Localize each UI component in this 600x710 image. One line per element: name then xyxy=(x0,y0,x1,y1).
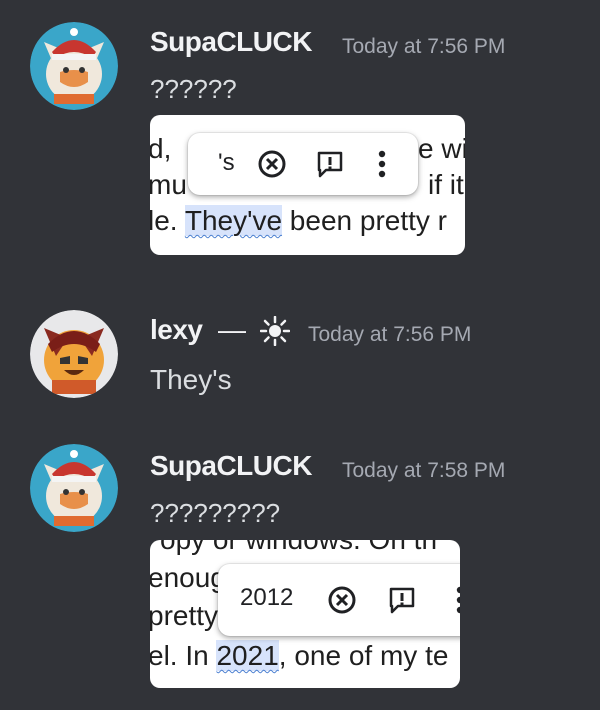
close-circle-icon[interactable] xyxy=(256,148,288,180)
timestamp: Today at 7:56 PM xyxy=(308,323,472,346)
attachment-line-right: e wi xyxy=(418,133,465,164)
timestamp: Today at 7:58 PM xyxy=(342,459,506,482)
attachment-line: d, xyxy=(150,133,172,164)
message-content: They's xyxy=(150,364,232,395)
avatar-lexy[interactable] xyxy=(30,310,118,398)
report-icon[interactable] xyxy=(386,584,418,616)
highlighted-word: 2021 xyxy=(216,640,279,671)
avatar-image xyxy=(30,444,118,532)
attachment-line: mu xyxy=(150,169,187,200)
report-icon[interactable] xyxy=(314,148,346,180)
message-content: ?????? xyxy=(150,74,237,104)
avatar-supacluck[interactable] xyxy=(30,22,118,110)
highlighted-word: They've xyxy=(184,205,283,236)
attachment-line: opy or windows. On th xyxy=(160,540,437,556)
attachment-line-right: if it xyxy=(428,169,464,200)
username[interactable]: SupaCLUCK xyxy=(150,450,312,482)
attachment-line: el. In 2021, one of my te xyxy=(150,640,449,671)
more-vertical-icon[interactable] xyxy=(444,584,460,616)
avatar-image xyxy=(30,22,118,110)
avatar-image xyxy=(30,310,118,398)
sun-icon xyxy=(260,316,290,346)
close-circle-icon[interactable] xyxy=(326,584,358,616)
more-vertical-icon[interactable] xyxy=(366,148,398,180)
username[interactable]: lexy xyxy=(150,314,203,346)
attachment-line: le. They've been pretty r xyxy=(150,205,448,236)
avatar-supacluck[interactable] xyxy=(30,444,118,532)
spellcheck-popup: 's xyxy=(188,133,418,195)
username[interactable]: SupaCLUCK xyxy=(150,26,312,58)
suggestion-text[interactable]: 's xyxy=(218,149,235,177)
message-content: ????????? xyxy=(150,498,281,528)
timestamp: Today at 7:56 PM xyxy=(342,35,506,58)
suggestion-text[interactable]: 2012 xyxy=(240,584,293,612)
name-separator: — xyxy=(218,314,246,345)
image-attachment[interactable]: d, mu e wi if it le. They've been pretty… xyxy=(150,115,465,255)
spellcheck-popup: 2012 xyxy=(218,564,460,636)
image-attachment[interactable]: opy or windows. On th enoug pretty el. I… xyxy=(150,540,460,688)
attachment-line: enoug xyxy=(150,562,226,593)
attachment-line: pretty xyxy=(150,600,219,631)
